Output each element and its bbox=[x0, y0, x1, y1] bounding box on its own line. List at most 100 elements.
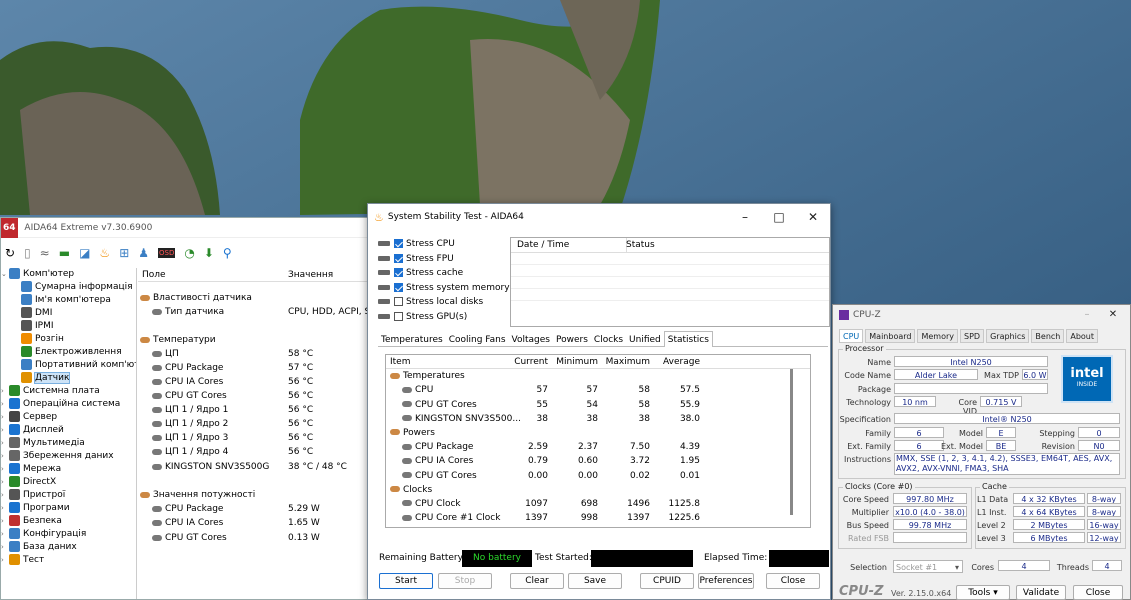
cpuid-button[interactable]: CPUID bbox=[640, 573, 694, 589]
tree-item[interactable]: DMI bbox=[1, 307, 136, 320]
tree-item[interactable]: › Тест bbox=[1, 554, 136, 567]
network-icon[interactable]: ⊞ bbox=[119, 246, 129, 260]
tree-item[interactable]: › DirectX bbox=[1, 476, 136, 489]
chevron-right-icon[interactable]: › bbox=[1, 437, 9, 450]
chevron-right-icon[interactable]: › bbox=[1, 528, 9, 541]
tab-voltages[interactable]: Voltages bbox=[509, 332, 553, 348]
sensor-row[interactable]: ЦП 1 / Ядро 4 56 °C bbox=[138, 445, 371, 459]
sensor-group[interactable]: Властивості датчика bbox=[138, 291, 371, 305]
sensor-row[interactable]: CPU IA Cores 1.65 W bbox=[138, 516, 371, 530]
stat-row[interactable]: CPU Core #1 Clock 1397 998 1397 1225.6 bbox=[386, 511, 810, 525]
tree-item[interactable]: › Програми bbox=[1, 502, 136, 515]
sensor-row[interactable]: CPU IA Cores 56 °C bbox=[138, 375, 371, 389]
chevron-right-icon[interactable]: › bbox=[1, 411, 9, 424]
tree-item[interactable]: › Мультимедіа bbox=[1, 437, 136, 450]
sensor-row[interactable]: ЦП 1 / Ядро 1 56 °C bbox=[138, 403, 371, 417]
tree-item[interactable]: › Операційна система bbox=[1, 398, 136, 411]
sensor-row[interactable]: CPU Package 57 °C bbox=[138, 361, 371, 375]
log-date-header[interactable]: Date / Time bbox=[517, 238, 569, 253]
save-button[interactable]: Save bbox=[568, 573, 622, 589]
search-icon[interactable]: ⚲ bbox=[223, 246, 232, 260]
maximize-button[interactable]: □ bbox=[762, 204, 796, 230]
gauge-icon[interactable]: ◔ bbox=[184, 246, 194, 260]
sensor-row[interactable]: KINGSTON SNV3S500G 38 °C / 48 °C bbox=[138, 460, 371, 474]
navigation-tree[interactable]: ⌄ Комп'ютер Сумарна інформація Ім'я комп'ют… bbox=[1, 268, 137, 599]
statistics-scrollbar[interactable] bbox=[790, 369, 793, 515]
sensor-row[interactable]: CPU GT Cores 56 °C bbox=[138, 389, 371, 403]
cpuz-tab-mainboard[interactable]: Mainboard bbox=[865, 329, 916, 343]
stress-checkbox[interactable] bbox=[394, 239, 403, 248]
sensor-row[interactable]: CPU GT Cores 0.13 W bbox=[138, 531, 371, 545]
tree-item[interactable]: Ім'я комп'ютера bbox=[1, 294, 136, 307]
tree-item[interactable]: IPMI bbox=[1, 320, 136, 333]
preferences-button[interactable]: Preferences bbox=[698, 573, 754, 589]
stress-option[interactable]: Stress local disks bbox=[378, 295, 513, 310]
tree-item[interactable]: › Конфігурація bbox=[1, 528, 136, 541]
close-button[interactable]: Close bbox=[1073, 585, 1123, 600]
cpuz-tab-bench[interactable]: Bench bbox=[1031, 329, 1065, 343]
tab-statistics[interactable]: Statistics bbox=[663, 331, 713, 347]
chevron-right-icon[interactable]: › bbox=[1, 398, 9, 411]
download-icon[interactable]: ⬇ bbox=[204, 246, 214, 260]
tree-item[interactable]: › Мережа bbox=[1, 463, 136, 476]
chevron-right-icon[interactable]: › bbox=[1, 424, 9, 437]
sensor-group[interactable]: Температури bbox=[138, 333, 371, 347]
chevron-right-icon[interactable]: › bbox=[1, 450, 9, 463]
tab-unified[interactable]: Unified bbox=[626, 332, 664, 348]
chevron-right-icon[interactable]: › bbox=[1, 489, 9, 502]
report-icon[interactable]: ▯ bbox=[24, 246, 31, 260]
chevron-right-icon[interactable]: › bbox=[1, 502, 9, 515]
log-status-header[interactable]: Status bbox=[626, 238, 655, 253]
stat-header-current[interactable]: Current bbox=[514, 355, 548, 369]
stress-option[interactable]: Stress cache bbox=[378, 266, 513, 281]
start-button[interactable]: Start bbox=[379, 573, 433, 589]
sensor-row[interactable]: ЦП 58 °C bbox=[138, 347, 371, 361]
refresh-icon[interactable]: ↻ bbox=[5, 246, 15, 260]
stress-checkbox[interactable] bbox=[394, 268, 403, 277]
user-icon[interactable]: ♟ bbox=[138, 246, 149, 260]
tree-item[interactable]: › Системна плата bbox=[1, 385, 136, 398]
stress-option[interactable]: Stress GPU(s) bbox=[378, 310, 513, 325]
stat-row[interactable]: CPU IA Cores 0.79 0.60 3.72 1.95 bbox=[386, 454, 810, 468]
tab-powers[interactable]: Powers bbox=[553, 332, 591, 348]
close-window-button[interactable]: ✕ bbox=[1096, 305, 1130, 325]
chevron-right-icon[interactable]: › bbox=[1, 463, 9, 476]
stat-header-minimum[interactable]: Minimum bbox=[556, 355, 598, 369]
tree-item[interactable]: › База даних bbox=[1, 541, 136, 554]
cpuz-tab-about[interactable]: About bbox=[1066, 329, 1099, 343]
motherboard-icon[interactable]: ▬ bbox=[59, 246, 70, 260]
stop-button[interactable]: Stop bbox=[438, 573, 492, 589]
cpuid-icon[interactable]: ◪ bbox=[79, 246, 90, 260]
tree-item[interactable]: Електроживлення bbox=[1, 346, 136, 359]
chevron-right-icon[interactable]: › bbox=[1, 554, 9, 567]
tools-button[interactable]: Tools ▾ bbox=[956, 585, 1010, 600]
tree-item[interactable]: Портативний комп'юте bbox=[1, 359, 136, 372]
tree-item[interactable]: ⌄ Комп'ютер bbox=[1, 268, 136, 281]
tree-item[interactable]: Розгін bbox=[1, 333, 136, 346]
stress-checkbox[interactable] bbox=[394, 282, 403, 292]
tree-item[interactable]: › Пристрої bbox=[1, 489, 136, 502]
stat-row[interactable]: CPU GT Cores 0.00 0.00 0.02 0.01 bbox=[386, 469, 810, 483]
tab-temperatures[interactable]: Temperatures bbox=[378, 332, 446, 348]
sensor-row[interactable]: Тип датчика CPU, HDD, ACPI, SNI bbox=[138, 305, 371, 319]
stress-checkbox[interactable] bbox=[394, 311, 403, 321]
stress-checkbox[interactable] bbox=[394, 297, 403, 306]
close-window-button[interactable]: ✕ bbox=[796, 204, 830, 230]
minimize-button[interactable]: – bbox=[728, 204, 762, 230]
stress-option[interactable]: Stress system memory bbox=[378, 281, 513, 296]
cpuz-tab-memory[interactable]: Memory bbox=[917, 329, 959, 343]
tab-cooling-fans[interactable]: Cooling Fans bbox=[446, 332, 509, 348]
tree-item[interactable]: Сумарна інформація bbox=[1, 281, 136, 294]
tree-item[interactable]: › Дисплей bbox=[1, 424, 136, 437]
tree-item[interactable]: › Безпека bbox=[1, 515, 136, 528]
stat-row[interactable]: CPU 57 57 58 57.5 bbox=[386, 383, 810, 397]
stress-checkbox[interactable] bbox=[394, 253, 403, 263]
tab-clocks[interactable]: Clocks bbox=[591, 332, 626, 348]
chevron-right-icon[interactable]: › bbox=[1, 385, 9, 398]
stat-group[interactable]: Temperatures bbox=[386, 369, 810, 383]
tree-item[interactable]: Датчик bbox=[1, 372, 136, 385]
validate-button[interactable]: Validate bbox=[1016, 585, 1066, 600]
tree-item[interactable]: › Збереження даних bbox=[1, 450, 136, 463]
stress-option[interactable]: Stress CPU bbox=[378, 237, 513, 252]
stat-header-item[interactable]: Item bbox=[390, 355, 411, 369]
